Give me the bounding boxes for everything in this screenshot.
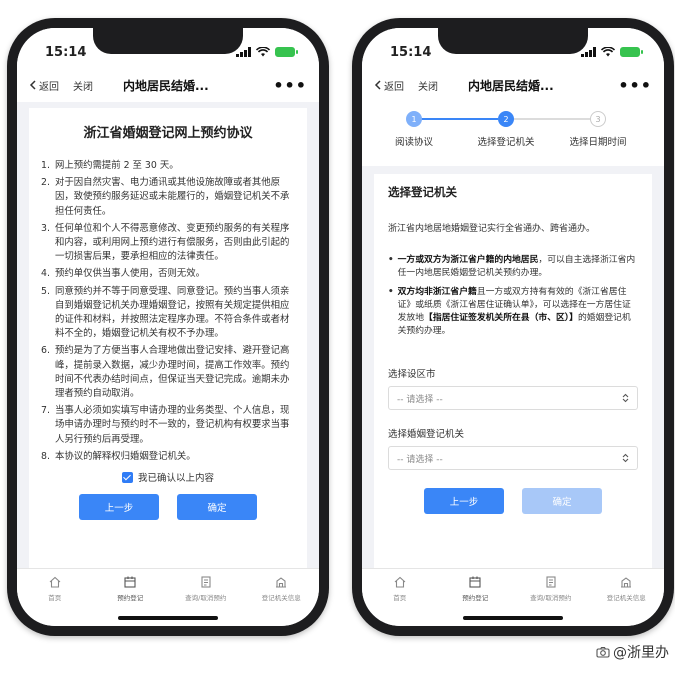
close-button[interactable]: 关闭	[73, 78, 93, 93]
battery-icon	[620, 47, 643, 57]
ok-button[interactable]: 确定	[177, 494, 257, 521]
org-label: 选择婚姻登记机关	[388, 429, 465, 440]
ok-button[interactable]: 确定	[522, 488, 602, 514]
agreement-card: 浙江省婚姻登记网上预约协议 1. 网上预约需提前 2 至 30 天。 2. 对于因自…	[29, 108, 307, 568]
step-line-pending	[506, 118, 590, 120]
step-label-1: 阅读协议	[394, 137, 434, 148]
back-label: 返回	[39, 81, 59, 93]
more-icon[interactable]: •••	[273, 76, 307, 95]
section-title: 选择登记机关	[388, 185, 457, 199]
battery-icon	[275, 47, 298, 57]
select-org-card: 选择登记机关 浙江省内地居地婚姻登记实行全省通办、跨省通办。 • 一方或双方为浙…	[374, 174, 652, 568]
back-button[interactable]: 返回	[374, 78, 404, 93]
prev-button[interactable]: 上一步	[424, 488, 504, 514]
agreement-list: 1. 网上预约需提前 2 至 30 天。 2. 对于因自然灾害、电力通讯或其他设施故…	[41, 159, 295, 464]
screen-left: 15:14 返回 关闭 内地居民结婚... ••• 浙江省婚姻登记网上预约协议 …	[17, 28, 319, 626]
tab-org-info[interactable]: 登记机关信息	[591, 575, 661, 626]
step-label-3: 选择日期时间	[569, 137, 627, 148]
notch	[93, 28, 243, 54]
close-button[interactable]: 关闭	[418, 78, 438, 93]
phone-right: 15:14 返回 关闭 内地居民结婚... ••• 1 2 3 阅读协议 选择登…	[352, 18, 674, 636]
signal-icon	[581, 47, 596, 57]
phone-left: 15:14 返回 关闭 内地居民结婚... ••• 浙江省婚姻登记网上预约协议 …	[7, 18, 329, 636]
prev-button[interactable]: 上一步	[79, 494, 159, 521]
page-title: 内地居民结婚...	[123, 78, 209, 93]
building-icon	[276, 577, 287, 588]
step-dot-1: 1	[406, 111, 422, 127]
more-icon[interactable]: •••	[618, 76, 652, 95]
city-label: 选择设区市	[388, 369, 436, 380]
updown-icon	[622, 393, 629, 403]
calendar-icon	[469, 576, 481, 588]
updown-icon	[622, 453, 629, 463]
status-time: 15:14	[390, 44, 432, 60]
building-icon	[621, 577, 632, 588]
step-dot-2: 2	[498, 111, 514, 127]
step-indicator: 1 2 3 阅读协议 选择登记机关 选择日期时间	[362, 102, 664, 166]
back-label: 返回	[384, 81, 404, 93]
home-indicator	[118, 616, 218, 620]
tab-home[interactable]: 首页	[20, 575, 90, 626]
list-item: 4. 预约单仅供当事人使用，否则无效。	[41, 268, 206, 280]
list-item: 1. 网上预约需提前 2 至 30 天。	[41, 160, 179, 171]
list-item: 8. 本协议的解释权归婚姻登记机关。	[41, 450, 196, 462]
watermark: @浙里办	[596, 642, 669, 662]
back-button[interactable]: 返回	[29, 78, 59, 93]
confirm-checkbox-row[interactable]: 我已确认以上内容	[41, 470, 295, 484]
org-select[interactable]: -- 请选择 --	[388, 446, 638, 470]
list-item: 2. 对于因自然灾害、电力通讯或其他设施故障或者其他原因，致使预约服务延迟或未能履…	[41, 177, 290, 217]
page-title: 内地居民结婚...	[468, 78, 554, 93]
confirm-label: 我已确认以上内容	[137, 473, 214, 485]
agreement-title: 浙江省婚姻登记网上预约协议	[83, 126, 253, 141]
notch	[438, 28, 588, 54]
agreement-content: 浙江省婚姻登记网上预约协议 1. 网上预约需提前 2 至 30 天。 2. 对于因自…	[17, 102, 319, 568]
screen-right: 15:14 返回 关闭 内地居民结婚... ••• 1 2 3 阅读协议 选择登…	[362, 28, 664, 626]
signal-icon	[236, 47, 251, 57]
confirm-checkbox[interactable]	[121, 471, 133, 483]
button-row: 上一步 确定	[41, 494, 295, 521]
list-item: 6. 预约是为了方便当事人合理地做出登记安排、避开登记高峰，提前录入数据，减少办理…	[41, 345, 290, 400]
tab-org-info[interactable]: 登记机关信息	[246, 575, 316, 626]
tab-home[interactable]: 首页	[365, 575, 435, 626]
calendar-icon	[124, 576, 136, 588]
document-icon	[201, 576, 211, 588]
watermark-text: @浙里办	[613, 645, 669, 661]
step-label-2: 选择登记机关	[477, 137, 535, 148]
status-time: 15:14	[45, 44, 87, 60]
wifi-icon	[601, 47, 615, 57]
camera-icon	[596, 646, 610, 658]
intro-text: 浙江省内地居地婚姻登记实行全省通办、跨省通办。	[388, 224, 596, 234]
home-icon	[394, 576, 406, 588]
list-item: • 一方或双方为浙江省户籍的内地居民，可以自主选择浙江省内任一内地居民婚姻登记机…	[388, 255, 636, 278]
list-item: • 双方均非浙江省户籍且一方或双方持有有效的《浙江省居住证》或纸质《浙江省居住证…	[388, 287, 631, 336]
city-select[interactable]: -- 请选择 --	[388, 386, 638, 410]
home-indicator	[463, 616, 563, 620]
nav-bar: 返回 关闭 内地居民结婚... •••	[362, 68, 664, 102]
chevron-left-icon	[374, 80, 381, 90]
home-icon	[49, 576, 61, 588]
document-icon	[546, 576, 556, 588]
button-row: 上一步 确定	[388, 488, 638, 514]
wifi-icon	[256, 47, 270, 57]
select-org-content: 1 2 3 阅读协议 选择登记机关 选择日期时间 选择登记机关 浙江省内地居地婚…	[362, 102, 664, 568]
nav-bar: 返回 关闭 内地居民结婚... •••	[17, 68, 319, 102]
list-item: 5. 同意预约并不等于同意受理、同意登记。预约当事人须亲自到婚姻登记机关办理婚姻登…	[41, 285, 290, 340]
step-line-done	[414, 118, 498, 120]
step-dot-3: 3	[590, 111, 606, 127]
chevron-left-icon	[29, 80, 36, 90]
list-item: 3. 任何单位和个人不得恶意修改、变更预约服务的有关程序和内容，或利用网上预约进行…	[41, 222, 290, 263]
list-item: 7. 当事人必须如实填写申请办理的业务类型、个人信息，现场申请办理时与预约时不一致…	[41, 405, 290, 445]
